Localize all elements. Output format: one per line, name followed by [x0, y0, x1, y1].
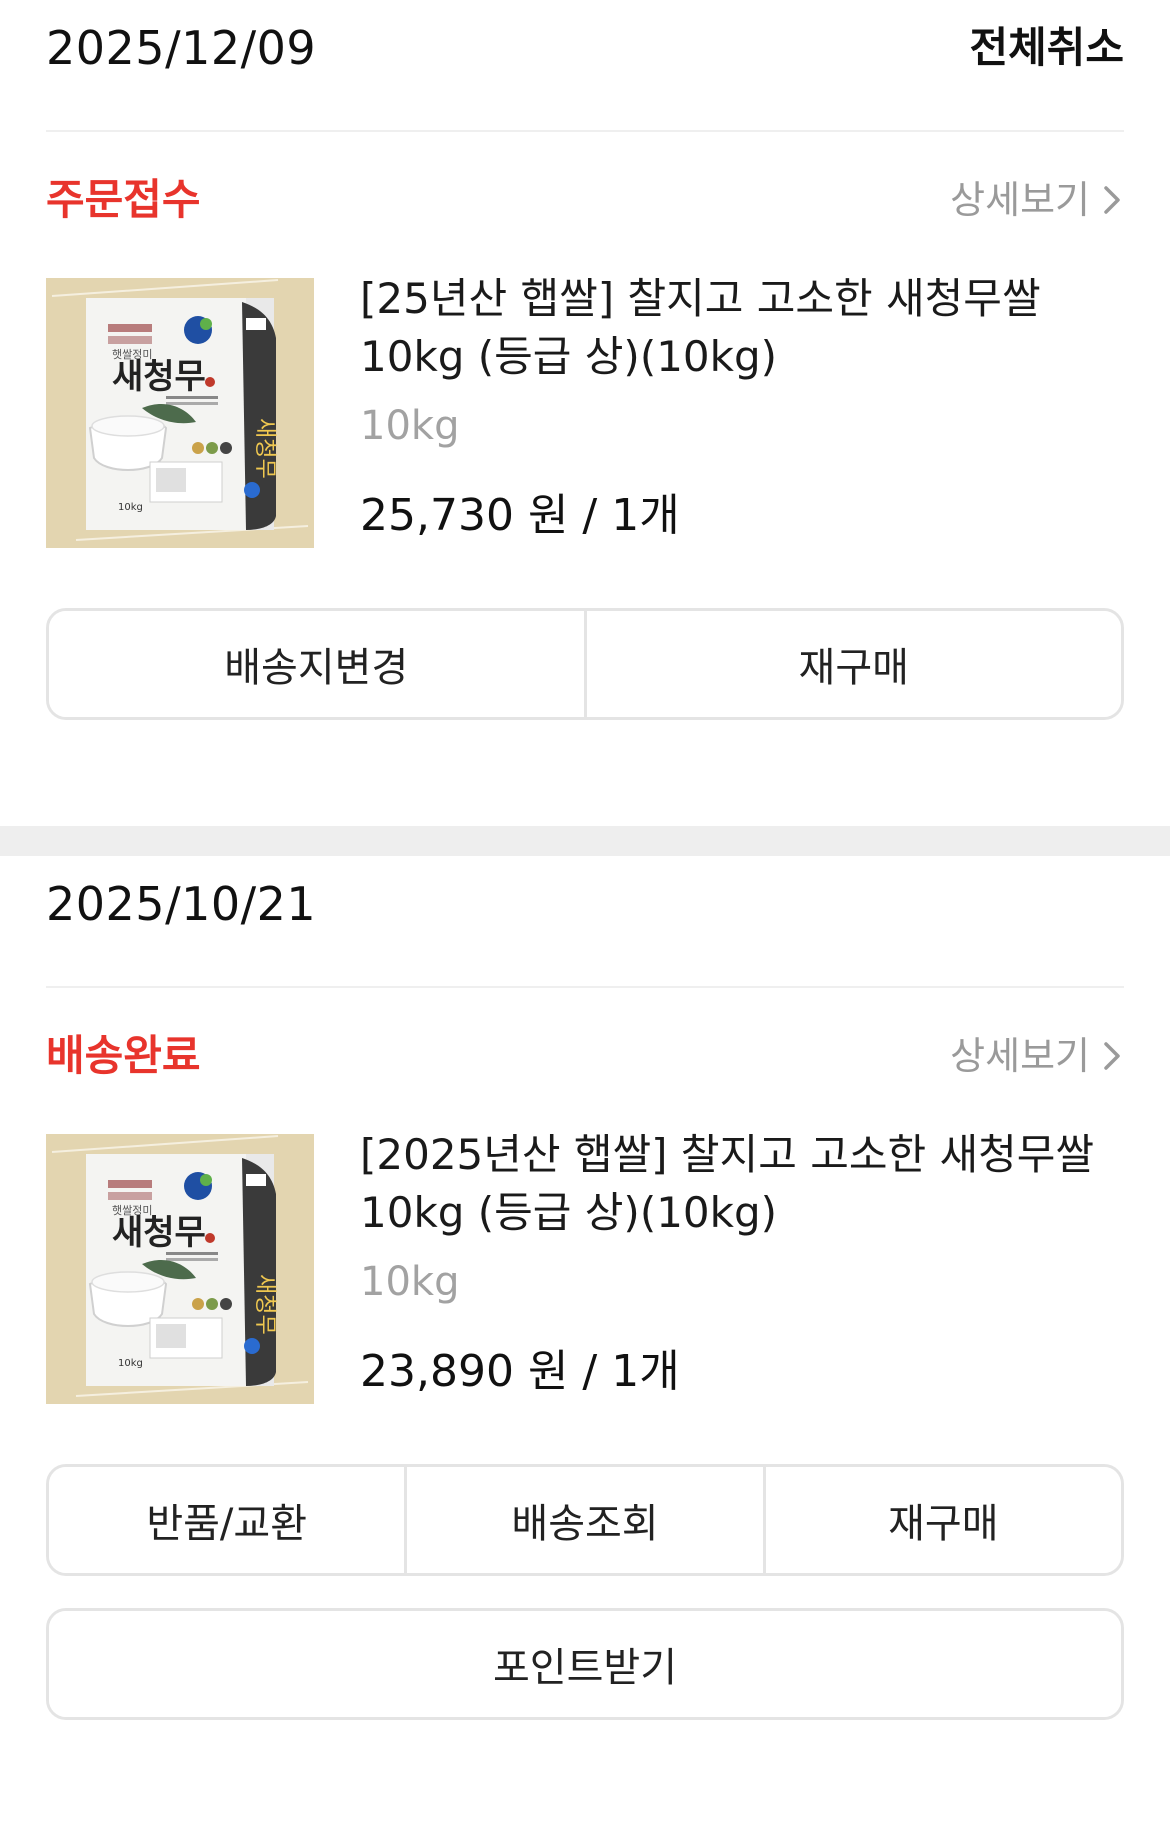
- view-detail-label: 상세보기: [950, 1034, 1090, 1078]
- product-price: 25,730 원 / 1개: [360, 490, 680, 541]
- product-option: 10kg: [360, 1259, 460, 1305]
- order-actions: 배송지변경 재구매: [46, 608, 1124, 720]
- reorder-button[interactable]: 재구매: [583, 611, 1121, 717]
- product-price: 23,890 원 / 1개: [360, 1346, 680, 1397]
- svg-text:새청무: 새청무: [252, 418, 277, 479]
- view-detail-link[interactable]: 상세보기: [950, 1028, 1124, 1084]
- section-divider: [0, 826, 1170, 856]
- change-address-button[interactable]: 배송지변경: [49, 611, 584, 717]
- order-status: 주문접수: [46, 175, 201, 224]
- order-header: 2025/12/09 전체취소: [46, 0, 1124, 132]
- chevron-right-icon: [1104, 186, 1120, 214]
- order-status: 배송완료: [46, 1031, 201, 1080]
- svg-text:새청무: 새청무: [112, 357, 206, 397]
- track-delivery-button[interactable]: 배송조회: [404, 1467, 763, 1573]
- points-actions: 포인트받기: [46, 1608, 1124, 1720]
- rice-bag-image: 새청무 햇쌀정미 새청무 10kg: [46, 278, 314, 548]
- product-name[interactable]: [2025년산 햅쌀] 찰지고 고소한 새청무쌀 10kg (등급 상)(10k…: [360, 1126, 1130, 1242]
- order-date: 2025/12/09: [46, 21, 317, 75]
- reorder-button[interactable]: 재구매: [762, 1467, 1121, 1573]
- product-image[interactable]: 새청무 햇쌀정미 새청무 10kg: [46, 1134, 314, 1404]
- order-date: 2025/10/21: [46, 877, 317, 931]
- order-header: 2025/10/21: [46, 856, 1124, 988]
- rice-bag-image: 새청무 햇쌀정미 새청무 10kg: [46, 1134, 314, 1404]
- cancel-all-button[interactable]: 전체취소: [969, 20, 1124, 76]
- svg-text:새청무: 새청무: [252, 1274, 277, 1335]
- product-option: 10kg: [360, 403, 460, 449]
- svg-text:10kg: 10kg: [118, 1358, 143, 1369]
- order-card: 2025/10/21 배송완료 상세보기 새청무 햇쌀정미 새청무 10kg […: [0, 856, 1170, 1830]
- return-exchange-button[interactable]: 반품/교환: [49, 1467, 405, 1573]
- product-image[interactable]: 새청무 햇쌀정미 새청무 10kg: [46, 278, 314, 548]
- order-actions: 반품/교환 배송조회 재구매: [46, 1464, 1124, 1576]
- order-card: 2025/12/09 전체취소 주문접수 상세보기 새청무 햇쌀정미 새청무 1…: [0, 0, 1170, 826]
- get-points-button[interactable]: 포인트받기: [49, 1611, 1121, 1717]
- view-detail-label: 상세보기: [950, 178, 1090, 222]
- svg-text:10kg: 10kg: [118, 502, 143, 513]
- product-name[interactable]: [25년산 햅쌀] 찰지고 고소한 새청무쌀 10kg (등급 상)(10kg): [360, 270, 1130, 386]
- view-detail-link[interactable]: 상세보기: [950, 172, 1124, 228]
- svg-text:새청무: 새청무: [112, 1213, 206, 1253]
- chevron-right-icon: [1104, 1042, 1120, 1070]
